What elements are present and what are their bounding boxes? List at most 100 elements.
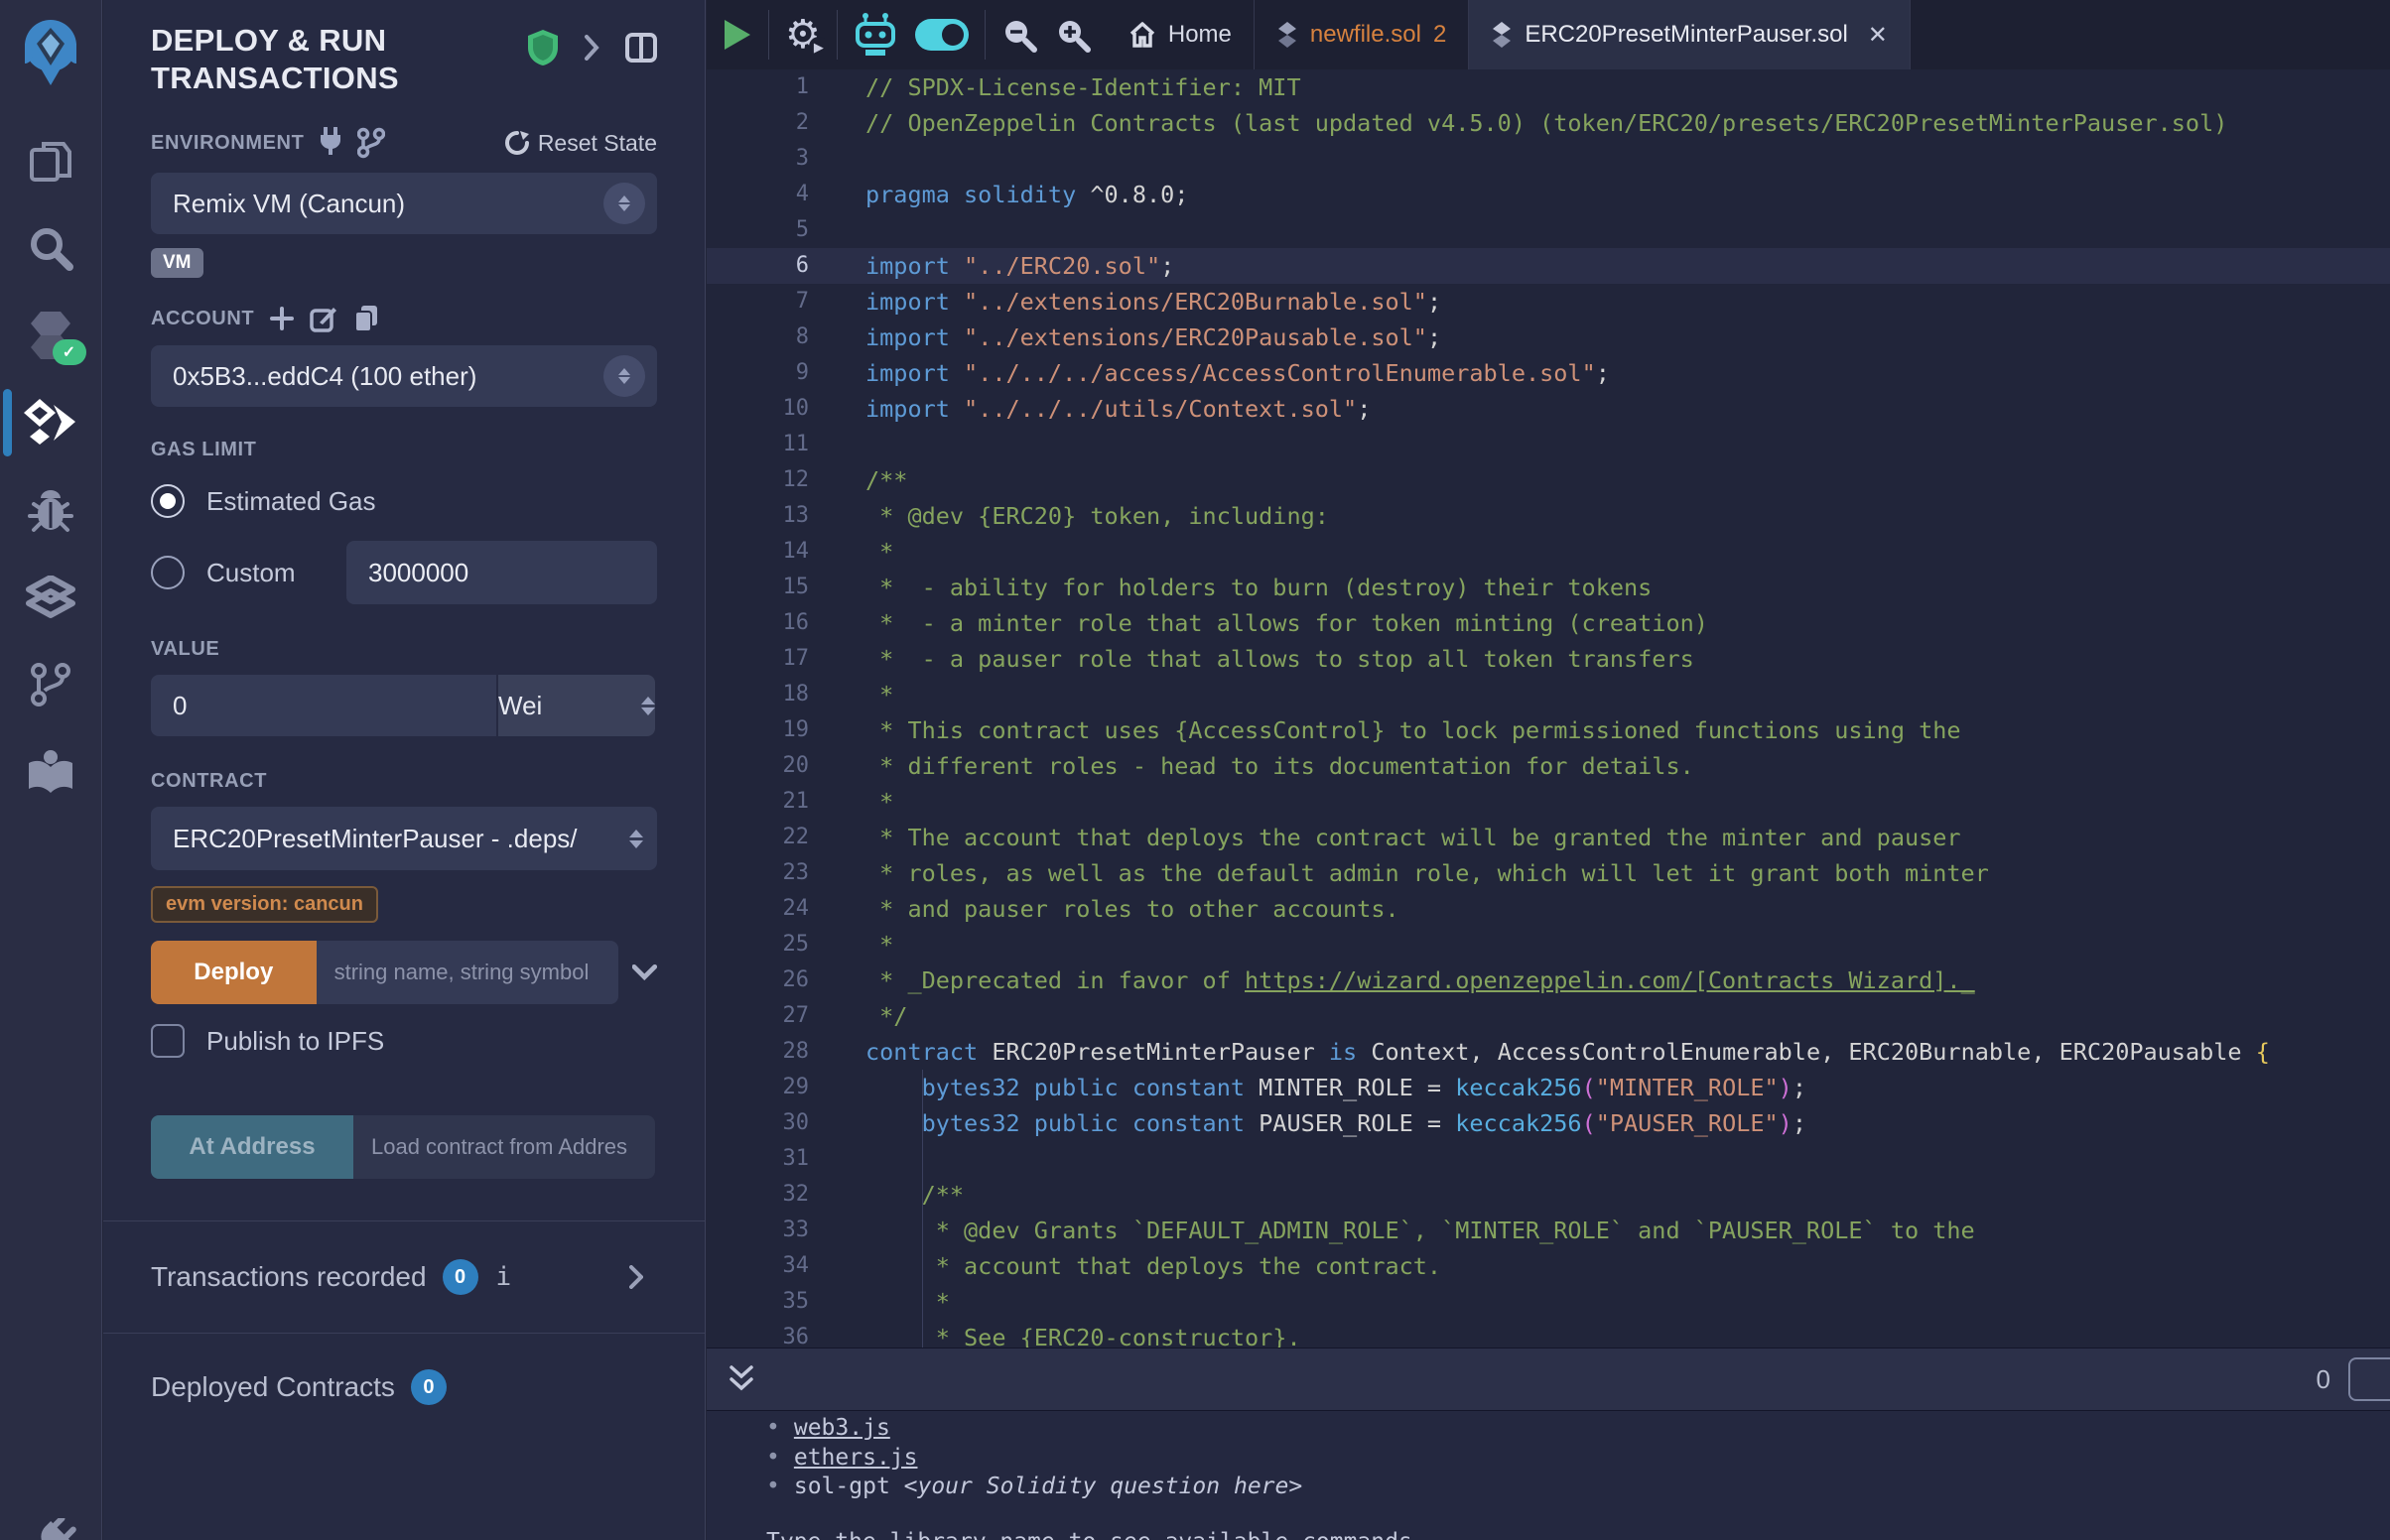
- contract-label: CONTRACT: [151, 770, 657, 793]
- custom-gas-label: Custom: [206, 558, 296, 588]
- gas-limit-label: GAS LIMIT: [151, 439, 657, 461]
- page-title: DEPLOY & RUN TRANSACTIONS: [151, 22, 478, 97]
- sidebar-item-debugger[interactable]: [0, 466, 102, 554]
- sidebar-item-learneth[interactable]: [0, 728, 102, 816]
- code-text: * @dev Grants `DEFAULT_ADMIN_ROLE`, `MIN…: [854, 1213, 1975, 1248]
- select-arrows-icon: [603, 183, 645, 224]
- ai-robot-icon[interactable]: [854, 12, 897, 58]
- code-text: * See {ERC20-constructor}.: [854, 1320, 1301, 1348]
- terminal-line: •sol-gpt <your Solidity question here>: [766, 1473, 2390, 1502]
- terminal-search-box[interactable]: [2348, 1357, 2390, 1401]
- estimated-gas-radio[interactable]: [151, 484, 185, 518]
- publish-ipfs-checkbox[interactable]: [151, 1024, 185, 1058]
- transactions-recorded-row[interactable]: Transactions recorded 0 i: [151, 1221, 657, 1333]
- code-text: * account that deploys the contract.: [854, 1248, 1441, 1284]
- chevron-right-icon[interactable]: [629, 1265, 643, 1289]
- info-icon[interactable]: i: [496, 1262, 512, 1292]
- code-text: * This contract uses {AccessControl} to …: [854, 712, 1961, 748]
- remix-logo[interactable]: [15, 14, 86, 87]
- double-chevron-down-icon[interactable]: [729, 1364, 754, 1394]
- sidebar-item-deploy-and-run[interactable]: [0, 379, 102, 466]
- code-line: 10import "../../../utils/Context.sol";: [707, 391, 2390, 427]
- line-number: 8: [707, 320, 854, 355]
- close-icon[interactable]: ✕: [1868, 21, 1888, 50]
- sidebar-item-solidity-compiler[interactable]: ✓: [0, 292, 102, 379]
- value-input[interactable]: 0: [151, 675, 496, 736]
- edit-icon[interactable]: [310, 305, 337, 332]
- code-line: 31: [707, 1141, 2390, 1177]
- code-line: 25 *: [707, 927, 2390, 962]
- plus-icon[interactable]: [270, 307, 294, 330]
- code-line: 20 * different roles - head to its docum…: [707, 748, 2390, 784]
- code-line: 23 * roles, as well as the default admin…: [707, 855, 2390, 891]
- deploy-button[interactable]: Deploy: [151, 941, 317, 1004]
- transactions-recorded-label: Transactions recorded: [151, 1261, 427, 1293]
- value-unit-select[interactable]: Wei: [498, 675, 655, 736]
- at-address-input[interactable]: Load contract from Addres: [353, 1115, 655, 1179]
- tab-newfile[interactable]: newfile.sol 2: [1255, 0, 1469, 69]
- code-text: /**: [854, 1177, 964, 1213]
- copy-icon[interactable]: [353, 304, 379, 333]
- tab-erc20presetminterpauser[interactable]: ERC20PresetMinterPauser.sol ✕: [1469, 0, 1911, 69]
- fork-icon[interactable]: [357, 127, 385, 159]
- line-number: 3: [707, 141, 854, 177]
- terminal-line[interactable]: •web3.js: [766, 1414, 2390, 1444]
- code-editor[interactable]: 1// SPDX-License-Identifier: MIT2// Open…: [707, 69, 2390, 1348]
- code-line: 30 bytes32 public constant PAUSER_ROLE =…: [707, 1105, 2390, 1141]
- tab-home[interactable]: Home: [1107, 0, 1255, 69]
- chevron-right-icon[interactable]: [584, 35, 599, 61]
- reset-icon: [504, 130, 530, 156]
- custom-gas-radio[interactable]: [151, 556, 185, 589]
- terminal-text: Type the library name to see available c…: [766, 1529, 1412, 1540]
- evm-version-badge: evm version: cancun: [151, 886, 378, 923]
- terminal-hint-italic: <your Solidity question here>: [904, 1474, 1303, 1499]
- terminal-line[interactable]: •ethers.js: [766, 1444, 2390, 1474]
- file-explorer-icon: [28, 138, 73, 184]
- at-address-button[interactable]: At Address: [151, 1115, 353, 1179]
- terminal-output[interactable]: •web3.js•ethers.js•sol-gpt <your Solidit…: [707, 1411, 2390, 1540]
- code-text: pragma solidity ^0.8.0;: [854, 177, 1188, 212]
- code-line: 8import "../extensions/ERC20Pausable.sol…: [707, 320, 2390, 355]
- sidebar-item-search[interactable]: [0, 204, 102, 292]
- reset-state-button[interactable]: Reset State: [504, 130, 657, 157]
- plug-icon[interactable]: [318, 127, 343, 157]
- script-config-gear-icon[interactable]: ⚙▶: [785, 15, 821, 55]
- zoom-out-icon[interactable]: [1001, 17, 1037, 53]
- unit-arrows-icon: [641, 697, 655, 715]
- code-text: * and pauser roles to other accounts.: [854, 891, 1399, 927]
- terminal-line: Type the library name to see available c…: [766, 1528, 2390, 1540]
- code-text: *: [854, 1284, 950, 1320]
- git-branch-icon: [29, 661, 72, 708]
- code-text: import "../../../utils/Context.sol";: [854, 391, 1371, 427]
- sidebar-item-git[interactable]: [0, 641, 102, 728]
- code-line: 14 *: [707, 534, 2390, 570]
- contract-select[interactable]: ERC20PresetMinterPauser - .deps/: [151, 807, 657, 870]
- line-number: 15: [707, 570, 854, 605]
- home-icon: [1129, 21, 1156, 49]
- estimated-gas-label: Estimated Gas: [206, 486, 376, 517]
- line-number: 12: [707, 462, 854, 498]
- zoom-in-icon[interactable]: [1055, 17, 1091, 53]
- tab-label: ERC20PresetMinterPauser.sol: [1525, 21, 1847, 49]
- code-text: import "../extensions/ERC20Pausable.sol"…: [854, 320, 1441, 355]
- terminal-link[interactable]: web3.js: [794, 1415, 890, 1441]
- ai-toggle[interactable]: [915, 19, 969, 51]
- custom-gas-input[interactable]: 3000000: [346, 541, 657, 604]
- terminal-link[interactable]: ethers.js: [794, 1445, 918, 1471]
- play-icon[interactable]: [723, 18, 752, 52]
- sidebar-item-file-explorer[interactable]: [0, 117, 102, 204]
- code-text: /**: [854, 462, 907, 498]
- deploy-args-input[interactable]: string name, string symbol: [317, 941, 619, 1004]
- sidebar-item-plugin-manager[interactable]: [30, 1518, 77, 1540]
- sidebar-item-unit-testing[interactable]: [0, 554, 102, 641]
- editor-region: ⚙▶: [707, 0, 2390, 1540]
- tab-label: newfile.sol: [1310, 21, 1421, 49]
- terminal-spacer: [766, 1502, 2390, 1528]
- panel-columns-icon[interactable]: [625, 33, 657, 63]
- deploy-run-panel: DEPLOY & RUN TRANSACTIONS EN: [103, 0, 706, 1540]
- environment-select[interactable]: Remix VM (Cancun): [151, 173, 657, 234]
- account-select[interactable]: 0x5B3...eddC4 (100 ether): [151, 345, 657, 407]
- code-line: 33 * @dev Grants `DEFAULT_ADMIN_ROLE`, `…: [707, 1213, 2390, 1248]
- line-number: 21: [707, 784, 854, 820]
- chevron-down-icon[interactable]: [632, 964, 657, 980]
